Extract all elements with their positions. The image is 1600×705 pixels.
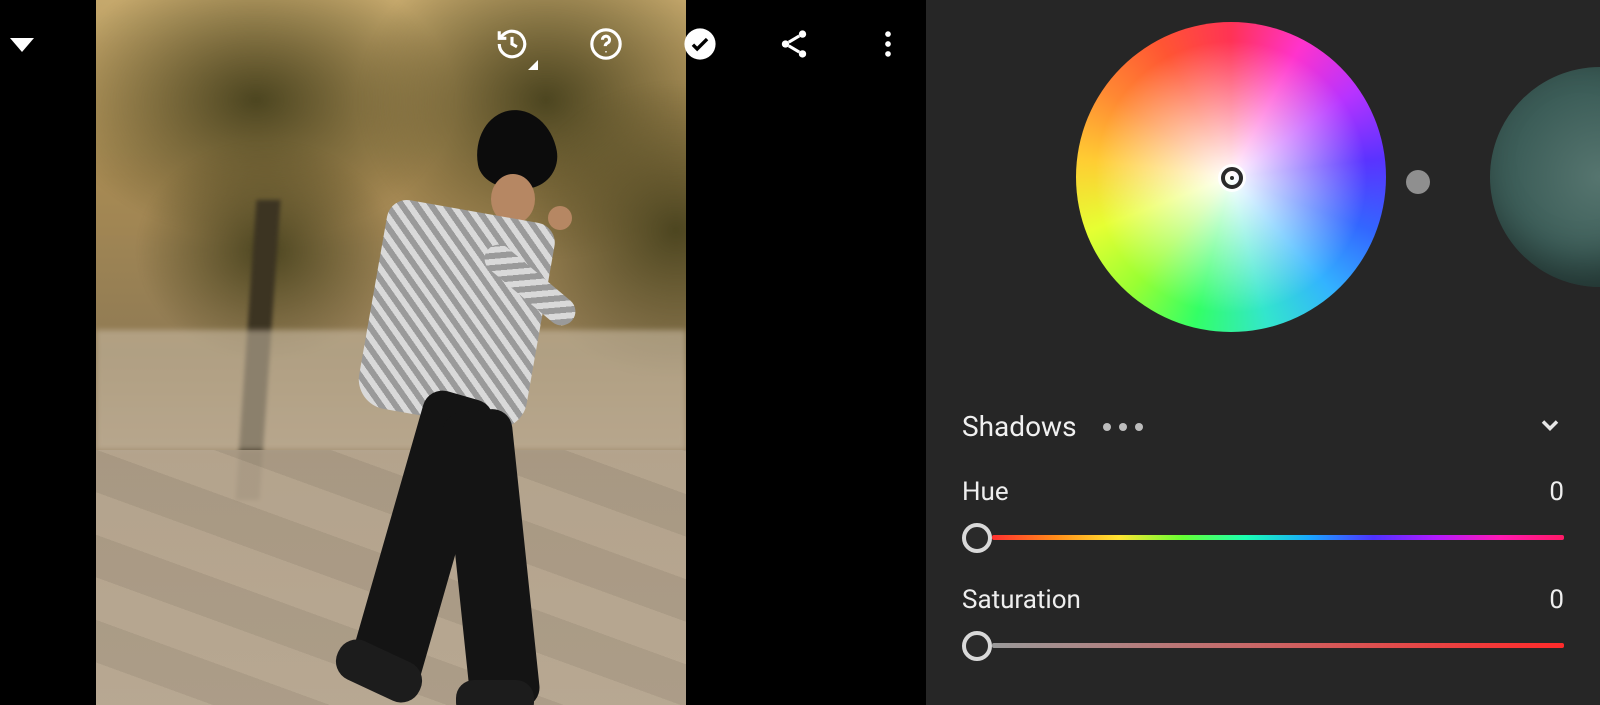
confirm-button[interactable] <box>680 24 720 64</box>
color-grading-panel: Shadows Hue 0 Saturation <box>926 0 1600 705</box>
secondary-color-wheel[interactable] <box>1490 67 1600 287</box>
history-button[interactable] <box>492 24 532 64</box>
hue-label: Hue <box>962 477 1009 507</box>
saturation-thumb[interactable] <box>962 631 992 661</box>
saturation-label: Saturation <box>962 585 1081 615</box>
ellipsis-icon[interactable] <box>1103 423 1143 431</box>
shadows-section: Shadows Hue 0 Saturation <box>926 410 1600 657</box>
app-root: Shadows Hue 0 Saturation <box>0 0 1600 705</box>
section-header[interactable]: Shadows <box>962 410 1564 443</box>
help-icon <box>589 27 623 61</box>
more-button[interactable] <box>868 24 908 64</box>
dropdown-caret-icon[interactable] <box>10 38 34 52</box>
hue-track <box>992 535 1564 540</box>
hue-value[interactable]: 0 <box>1549 477 1564 507</box>
collapse-button[interactable] <box>1536 411 1564 443</box>
left-strip <box>0 0 96 705</box>
photo-subject <box>326 110 556 705</box>
help-button[interactable] <box>586 24 626 64</box>
hue-control: Hue 0 <box>962 477 1564 549</box>
photo-preview[interactable] <box>96 0 686 705</box>
hue-slider[interactable] <box>962 525 1564 549</box>
color-wheel-area <box>926 22 1600 392</box>
history-icon <box>495 27 529 61</box>
triangle-indicator-icon <box>528 60 538 70</box>
chevron-down-icon <box>1536 411 1564 439</box>
saturation-track <box>992 643 1564 648</box>
saturation-value[interactable]: 0 <box>1549 585 1564 615</box>
more-vertical-icon <box>871 27 905 61</box>
color-wheel-handle[interactable] <box>1406 170 1430 194</box>
check-circle-icon <box>683 27 717 61</box>
saturation-control: Saturation 0 <box>962 585 1564 657</box>
section-title: Shadows <box>962 410 1077 443</box>
preview-area <box>96 0 926 705</box>
share-button[interactable] <box>774 24 814 64</box>
hue-thumb[interactable] <box>962 523 992 553</box>
color-wheel-center-marker[interactable] <box>1221 167 1243 189</box>
share-icon <box>777 27 811 61</box>
top-action-bar <box>492 24 908 64</box>
saturation-slider[interactable] <box>962 633 1564 657</box>
